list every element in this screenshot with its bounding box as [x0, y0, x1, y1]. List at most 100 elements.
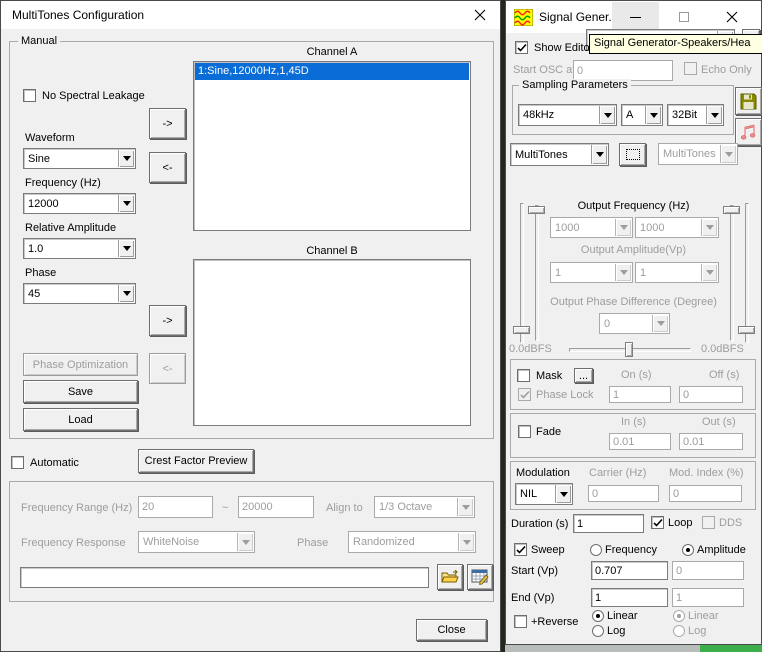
- close-button[interactable]: [720, 7, 744, 27]
- close-button[interactable]: [468, 5, 492, 25]
- mask-label: Mask: [536, 370, 562, 383]
- frequency-range-from-input[interactable]: [138, 496, 213, 518]
- chevron-down-icon[interactable]: [118, 240, 134, 257]
- loop-checkbox[interactable]: [651, 516, 664, 529]
- dds-label: DDS: [719, 517, 742, 530]
- multitones-config-button[interactable]: [619, 143, 646, 166]
- mask-more-button[interactable]: ...: [574, 368, 593, 383]
- minimize-button[interactable]: [612, 2, 659, 32]
- file-path-input[interactable]: [20, 567, 429, 588]
- linear-a-radio[interactable]: [592, 610, 604, 622]
- output-amplitude-b-select[interactable]: 1: [635, 262, 719, 283]
- auto-phase-select[interactable]: Randomized: [348, 531, 476, 553]
- waveform-select[interactable]: Sine: [23, 148, 136, 169]
- channel-select[interactable]: A: [621, 104, 663, 126]
- chevron-down-icon: [701, 219, 717, 236]
- left-inner-level-slider[interactable]: [535, 205, 539, 341]
- output-frequency-a-select[interactable]: 1000: [550, 217, 633, 238]
- phase-optimization-button[interactable]: Phase Optimization: [23, 353, 138, 376]
- wave-type-a-select[interactable]: MultiTones: [510, 143, 609, 166]
- close-dialog-button[interactable]: Close: [416, 619, 487, 641]
- linear-a-label: Linear: [607, 610, 638, 623]
- mask-off-label: Off (s): [709, 369, 739, 382]
- channel-a-list[interactable]: 1:Sine,12000Hz,1,45D: [193, 61, 471, 231]
- echo-only-checkbox[interactable]: [684, 62, 697, 75]
- left-inner-slider-handle[interactable]: [528, 206, 545, 214]
- mask-on-input[interactable]: [609, 386, 671, 403]
- wave-type-b-select[interactable]: MultiTones: [658, 143, 738, 165]
- mod-index-input[interactable]: [669, 485, 742, 502]
- relative-amplitude-select[interactable]: 1.0: [23, 238, 136, 259]
- chevron-down-icon[interactable]: [591, 145, 607, 164]
- fade-out-input[interactable]: [679, 433, 743, 450]
- sweep-end-a-input[interactable]: [591, 588, 668, 607]
- right-outer-level-slider[interactable]: [745, 203, 749, 343]
- sweep-end-b-input[interactable]: [672, 588, 744, 607]
- no-spectral-leakage-checkbox[interactable]: [23, 89, 36, 102]
- chevron-down-icon: [615, 219, 631, 236]
- sweep-amplitude-radio[interactable]: [682, 544, 694, 556]
- remove-from-channel-a-button[interactable]: <-: [149, 152, 186, 183]
- chevron-down-icon[interactable]: [118, 150, 134, 167]
- remove-from-channel-b-button[interactable]: <-: [149, 353, 186, 384]
- sample-rate-select[interactable]: 48kHz: [518, 104, 617, 126]
- chevron-down-icon[interactable]: [706, 106, 722, 124]
- sweep-start-a-input[interactable]: [591, 561, 668, 580]
- open-file-button[interactable]: [437, 564, 463, 590]
- fade-in-input[interactable]: [609, 433, 671, 450]
- channel-b-list[interactable]: [193, 259, 471, 426]
- sweep-checkbox[interactable]: [514, 543, 527, 556]
- left-outer-level-slider[interactable]: [520, 203, 524, 343]
- output-amplitude-a-select[interactable]: 1: [550, 262, 633, 283]
- titlebar[interactable]: MultiTones Configuration: [1, 1, 500, 29]
- chevron-down-icon[interactable]: [118, 285, 134, 302]
- chevron-down-icon[interactable]: [555, 485, 571, 503]
- right-inner-slider-handle[interactable]: [723, 206, 740, 214]
- add-to-channel-b-button[interactable]: ->: [149, 305, 186, 336]
- start-osc-input[interactable]: [573, 60, 673, 81]
- sweep-frequency-radio[interactable]: [590, 544, 602, 556]
- phase-select[interactable]: 45: [23, 283, 136, 304]
- output-phase-difference-select[interactable]: 0: [599, 313, 670, 334]
- save-settings-button[interactable]: [735, 87, 762, 115]
- chevron-down-icon[interactable]: [645, 106, 661, 124]
- tone-button[interactable]: [735, 118, 762, 146]
- output-frequency-b-select[interactable]: 1000: [635, 217, 719, 238]
- maximize-button[interactable]: [674, 7, 694, 27]
- save-button[interactable]: Save: [23, 380, 138, 403]
- balance-slider-handle[interactable]: [625, 342, 633, 357]
- fade-checkbox[interactable]: [518, 425, 531, 438]
- mask-checkbox[interactable]: [517, 369, 530, 382]
- align-to-select[interactable]: 1/3 Octave: [374, 496, 475, 518]
- edit-table-button[interactable]: [467, 564, 493, 590]
- left-outer-slider-handle[interactable]: [513, 326, 530, 334]
- automatic-checkbox[interactable]: [11, 456, 24, 469]
- modulation-type-select[interactable]: NIL: [515, 483, 573, 505]
- frequency-range-to-input[interactable]: [238, 496, 314, 518]
- log-b-radio[interactable]: [673, 625, 685, 637]
- output-phase-difference-label: Output Phase Difference (Degree): [531, 296, 736, 309]
- frequency-response-select[interactable]: WhiteNoise: [138, 531, 255, 553]
- log-a-radio[interactable]: [592, 625, 604, 637]
- sampling-parameters-label: Sampling Parameters: [519, 79, 631, 92]
- frequency-select[interactable]: 12000: [23, 193, 136, 214]
- automatic-label: Automatic: [30, 457, 79, 470]
- show-editor-checkbox[interactable]: [515, 41, 528, 54]
- reverse-checkbox[interactable]: [514, 615, 527, 628]
- carrier-input[interactable]: [588, 485, 659, 502]
- right-inner-level-slider[interactable]: [730, 205, 734, 341]
- dds-checkbox[interactable]: [702, 516, 715, 529]
- chevron-down-icon[interactable]: [599, 106, 615, 124]
- right-outer-slider-handle[interactable]: [738, 326, 755, 334]
- list-item[interactable]: 1:Sine,12000Hz,1,45D: [195, 63, 469, 80]
- add-to-channel-a-button[interactable]: ->: [149, 108, 186, 139]
- linear-b-radio[interactable]: [673, 610, 685, 622]
- bit-depth-select[interactable]: 32Bit: [667, 104, 724, 126]
- crest-factor-preview-button[interactable]: Crest Factor Preview: [138, 449, 254, 473]
- mask-off-input[interactable]: [679, 386, 743, 403]
- sweep-start-b-input[interactable]: [672, 561, 744, 580]
- duration-input[interactable]: [573, 514, 644, 533]
- chevron-down-icon[interactable]: [118, 195, 134, 212]
- phase-lock-checkbox[interactable]: [518, 388, 531, 401]
- load-button[interactable]: Load: [23, 408, 138, 431]
